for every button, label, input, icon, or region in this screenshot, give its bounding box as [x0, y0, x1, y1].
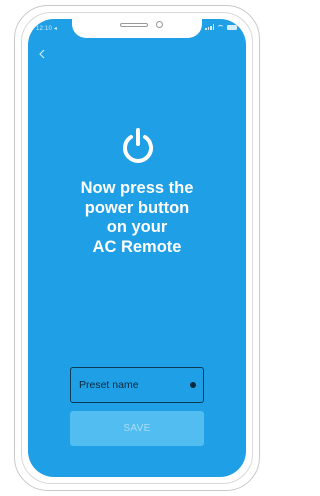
headline-line: Now press the	[80, 179, 194, 197]
camera-icon	[156, 21, 163, 28]
headline-line: AC Remote	[92, 237, 182, 256]
power-icon	[123, 128, 153, 163]
wifi-icon	[217, 24, 224, 30]
status-time: 12:10 ◂	[36, 26, 58, 32]
preset-name-field	[70, 367, 204, 403]
battery-icon	[227, 24, 237, 30]
device-notch	[72, 19, 202, 38]
speaker-grille	[120, 23, 148, 27]
headline-line: power button	[84, 198, 190, 217]
chevron-left-icon	[39, 49, 45, 59]
back-button[interactable]	[36, 47, 50, 61]
preset-name-input[interactable]	[71, 368, 203, 402]
save-button[interactable]: SAVE	[70, 411, 204, 446]
signal-icon	[205, 24, 214, 30]
status-icons	[205, 24, 237, 30]
clear-input-icon[interactable]	[190, 382, 196, 388]
headline-line: on your	[106, 218, 168, 236]
instruction-headline: Now press the power button on your AC Re…	[28, 179, 246, 257]
app-screen: 12:10 ◂ Now press the power button on yo…	[28, 19, 246, 477]
